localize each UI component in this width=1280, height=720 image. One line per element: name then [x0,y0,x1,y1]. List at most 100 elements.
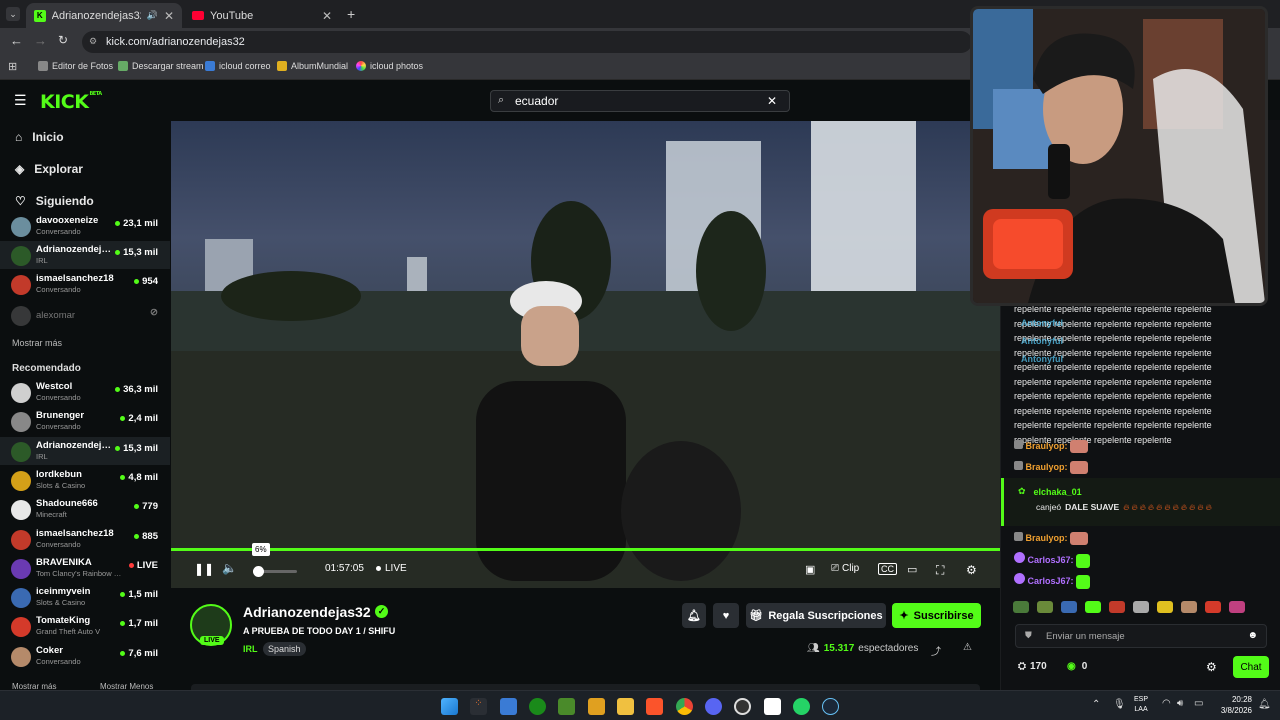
emote-icon[interactable] [1181,601,1197,613]
nav-siguiendo[interactable]: ♡ Siguiendo [15,194,94,208]
capcut-icon[interactable] [764,698,781,715]
emote-icon[interactable] [1157,601,1173,613]
notifications-button[interactable]: 🔔︎ [682,603,706,628]
bookmark-icloud-correo[interactable]: icloud correo [205,61,271,71]
tab-search-button[interactable]: ⌄ [6,7,20,21]
recommended-channel[interactable]: Brunenger Conversando 2,4 mil [0,407,170,435]
clear-search-icon[interactable]: ✕ [767,94,777,108]
chat-overlay-user[interactable]: Antonyful [1021,316,1063,331]
captions-icon[interactable]: CC [878,563,897,575]
emote-icon[interactable] [1205,601,1221,613]
recommended-channel[interactable]: Shadoune666 Minecraft 779 [0,495,170,523]
channel-ismaelsanchez18[interactable]: ismaelsanchez18 Conversando 954 [0,270,170,298]
channel-adrianozendejas32[interactable]: Adrianozendejas32 IRL 15,3 mil [0,241,170,269]
close-tab-icon[interactable]: ✕ [164,9,174,23]
channel-davooxeneize[interactable]: davooxeneize Conversando 23,1 mil [0,212,170,240]
theater-mode-icon[interactable]: ▣ [805,563,815,576]
back-icon[interactable]: ← [10,33,23,48]
minecraft-icon[interactable] [558,698,575,715]
emote-icon[interactable] [1133,601,1149,613]
emote-icon[interactable] [1229,601,1245,613]
recommended-channel[interactable]: ismaelsanchez18 Conversando 885 [0,525,170,553]
subscribe-button[interactable]: ✦ Suscribirse [892,603,981,628]
clip-button[interactable]: ⎚ Clip [831,563,859,574]
chat-username[interactable]: Braulyop: [1026,533,1068,543]
speaker-icon[interactable]: 🔊 [147,10,158,21]
follow-button[interactable]: ♥ [713,603,739,628]
kick-logo[interactable]: KICKBETA [40,91,102,113]
nav-inicio[interactable]: ⌂ Inicio [15,130,64,144]
recommended-channel[interactable]: Coker Conversando 7,6 mil [0,642,170,670]
bookmark-editor-fotos[interactable]: Editor de Fotos [38,61,113,71]
wifi-icon[interactable]: ◠ [1162,698,1171,709]
recommended-channel[interactable]: Adrianozendejas32 IRL 15,3 mil [0,436,170,465]
nav-explorar[interactable]: ◈ Explorar [15,162,83,176]
battery-icon[interactable]: ▭ [1194,698,1203,709]
channel-alexomar[interactable]: alexomar ⊘ [0,301,170,329]
tab-youtube[interactable]: YouTube ✕ [184,3,340,28]
gift-subs-button[interactable]: 🎁︎ Regala Suscripciones [746,603,886,628]
chat-overlay-user[interactable]: Antonyful [1021,352,1063,367]
emote-icon[interactable] [1013,601,1029,613]
menu-icon[interactable]: ☰ [14,92,27,109]
search-input[interactable]: ⌕ ecuador ✕ [490,90,790,112]
report-icon[interactable]: ⚠ [963,642,972,653]
close-tab-icon[interactable]: ✕ [322,9,332,23]
recommended-channel[interactable]: lordkebun Slots & Casino 4,8 mil [0,466,170,494]
chat-overlay-user[interactable]: Antonyful [1021,334,1063,349]
start-icon[interactable] [441,698,458,715]
chat-username[interactable]: CarlosJ67: [1028,555,1074,565]
chat-settings-icon[interactable]: ⚙ [1206,660,1217,674]
file-explorer-icon[interactable] [617,698,634,715]
chat-username[interactable]: CarlosJ67: [1028,576,1074,586]
chrome-icon[interactable] [676,698,693,715]
streamer-name[interactable]: Adrianozendejas32 [243,604,371,620]
reload-icon[interactable]: ↻ [58,33,68,47]
volume-icon[interactable]: 🔈 [222,561,237,575]
emote-icon[interactable] [1061,601,1077,613]
xbox-icon[interactable] [529,698,546,715]
discord-icon[interactable] [705,698,722,715]
url-input[interactable]: ⚙ kick.com/adrianozendejas32 [82,31,972,53]
fullscreen-icon[interactable]: ⛶ [936,563,944,578]
game-launcher-icon[interactable] [588,698,605,715]
chat-username[interactable]: Braulyop: [1026,462,1068,472]
chat-username[interactable]: Braulyop: [1026,441,1068,451]
notification-icon[interactable]: 🔔︎ [1258,699,1271,710]
widgets-icon[interactable]: ⁘ [470,698,487,715]
clock[interactable]: 20:28 3/8/2026 [1218,694,1252,716]
live-indicator[interactable]: LIVE [376,563,407,574]
emote-icon[interactable] [1037,601,1053,613]
points-counter[interactable]: ⛭ 170 [1018,661,1047,672]
show-more-following[interactable]: Mostrar más [12,338,62,348]
whatsapp-icon[interactable] [793,698,810,715]
recommended-channel[interactable]: BRAVENIKATom Clancy's Rainbow Six Siege L… [0,554,170,582]
pause-icon[interactable]: ❚❚ [194,562,214,576]
language-tag[interactable]: Spanish [263,642,306,656]
chat-send-button[interactable]: Chat [1233,656,1269,678]
brave-icon[interactable] [646,698,663,715]
emoji-icon[interactable]: ☻ [1247,630,1258,641]
bookmark-descargar-stream[interactable]: Descargar stream [118,61,204,71]
emote-icon[interactable] [1085,601,1101,613]
bookmark-albummundial[interactable]: AlbumMundial [277,61,348,71]
forward-icon[interactable]: → [34,33,47,48]
tray-chevron-icon[interactable]: ⌃ [1092,699,1100,710]
recommended-channel[interactable]: iceinmyvein Slots & Casino 1,5 mil [0,583,170,611]
redeem-username[interactable]: elchaka_01 [1034,487,1082,497]
kick-points-counter[interactable]: ◉ 0 [1067,661,1087,672]
recommended-channel[interactable]: Westcol Conversando 36,3 mil [0,378,170,406]
store-icon[interactable] [500,698,517,715]
category-link[interactable]: IRL [243,644,258,654]
new-tab-icon[interactable]: + [347,6,355,22]
settings-icon[interactable]: ⚙ [966,563,977,577]
volume-tray-icon[interactable]: 🔊︎ [1177,698,1183,709]
site-info-icon[interactable]: ⚙ [89,36,97,47]
miniplayer-icon[interactable]: ▭ [907,563,917,576]
mic-icon[interactable]: 🎙︎ [1113,699,1126,710]
chat-input[interactable]: ⛊ Enviar un mensaje ☻ [1015,624,1267,648]
input-language[interactable]: ESP LAA [1134,695,1148,715]
recommended-channel[interactable]: TomateKing Grand Theft Auto V 1,7 mil [0,612,170,640]
obs-icon[interactable] [734,698,751,715]
share-icon[interactable]: ⤴ [931,643,941,658]
